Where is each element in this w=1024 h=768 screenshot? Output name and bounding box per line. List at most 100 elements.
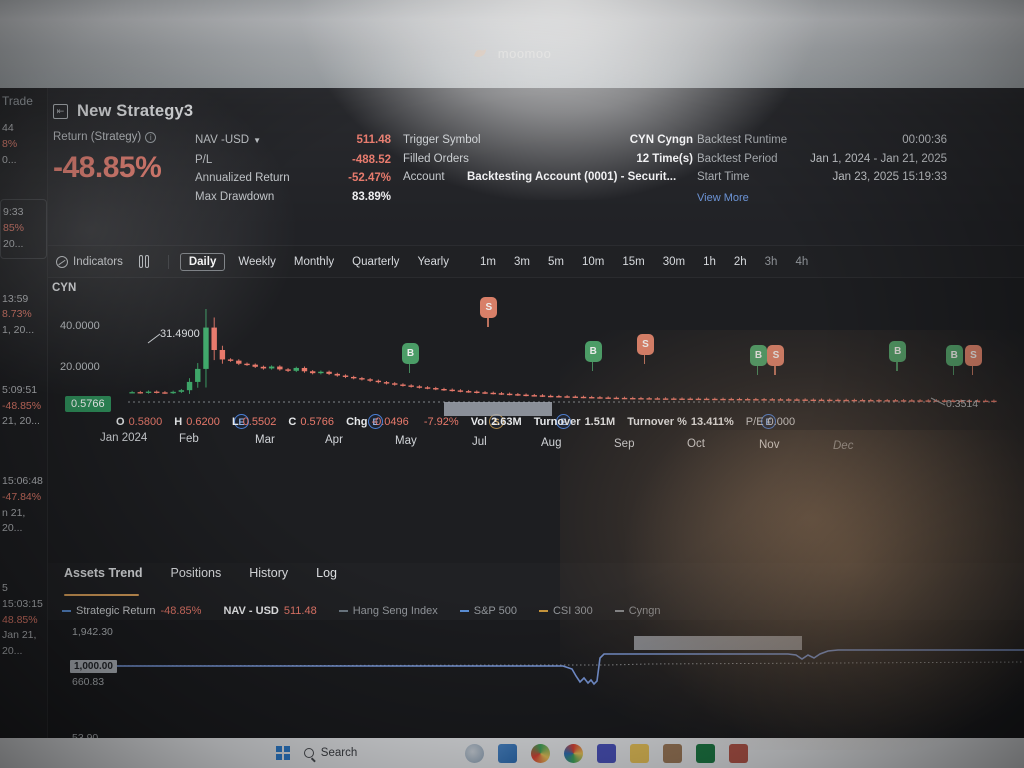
backtest-metrics: Backtest Runtime 00:00:36 Backtest Perio… (697, 131, 947, 207)
app-icon[interactable] (663, 743, 683, 763)
app2-icon[interactable] (729, 743, 749, 763)
legend-item-sp500[interactable]: S&P 500 (459, 605, 517, 617)
buy-marker[interactable]: B (402, 342, 420, 373)
compare-bars-icon[interactable] (133, 255, 161, 268)
buy-marker[interactable]: B (750, 344, 768, 375)
period-10m[interactable]: 10m (573, 256, 613, 268)
x-axis-tick: Jan 2024 (100, 432, 148, 444)
strategy-panel-icon[interactable]: ⇤ (53, 104, 68, 119)
windows-start-icon[interactable] (275, 746, 290, 760)
windows-taskbar: Search (0, 738, 1024, 768)
folder-icon[interactable] (630, 743, 650, 763)
metric-row[interactable]: NAV -USD ▼ 511.48 (195, 131, 395, 151)
peak-annotation: 31.4900 (160, 328, 200, 340)
file-explorer-icon[interactable] (498, 743, 518, 763)
sidebar-item-time: 5:09:51 (2, 383, 38, 396)
sidebar-item-pct: 85% (3, 222, 25, 234)
buy-marker[interactable]: B (945, 344, 963, 375)
legend-value: -48.85% (160, 605, 202, 617)
period-5m[interactable]: 5m (539, 256, 573, 268)
quote-label: P/E (745, 416, 764, 428)
sidebar-item-0[interactable]: 44 8% 0... (0, 116, 47, 173)
kpi-row: Return (Strategy) i -48.85% NAV -USD ▼ 51… (48, 121, 1024, 207)
legend-label: Strategic Return (76, 605, 156, 617)
photos-icon[interactable] (531, 743, 551, 763)
legend-item-cyngn[interactable]: Cyngn (614, 605, 661, 617)
chart-symbol: CYN (52, 282, 77, 294)
sidebar-item-date: 20... (3, 237, 24, 250)
chrome-icon[interactable] (564, 743, 584, 763)
buy-marker[interactable]: B (889, 340, 907, 371)
metric-name: Backtest Runtime (697, 134, 788, 146)
sidebar-item-date: n 21, 20... (2, 506, 26, 535)
weather-widget-icon[interactable] (465, 743, 485, 763)
period-daily[interactable]: Daily (179, 252, 226, 271)
period-4h[interactable]: 4h (786, 256, 817, 268)
sell-marker[interactable]: S (964, 344, 982, 375)
sidebar[interactable]: Trade 44 8% 0... 9:33 85% 20... 13:59 8.… (0, 88, 48, 738)
period-yearly[interactable]: Yearly (408, 256, 458, 268)
sidebar-item-4[interactable]: 15:06:48 -47.84% n 21, 20... (0, 469, 47, 542)
indicators-button[interactable]: Indicators (52, 255, 133, 268)
legend-item-csi300[interactable]: CSI 300 (538, 605, 593, 617)
sidebar-item-time: 15:06:48 (2, 475, 43, 487)
taskbar-search[interactable]: Search (303, 747, 357, 759)
period-1h[interactable]: 1h (694, 256, 725, 268)
legend-label: S&P 500 (473, 605, 517, 617)
selection-highlight (634, 636, 802, 650)
nav-value-badge: 1,000.00 (70, 660, 117, 673)
sidebar-item-5[interactable]: 5 15:03:15 48.85% Jan 21, 20... (0, 576, 47, 665)
sidebar-item-pct: -47.84% (2, 490, 42, 503)
period-3m[interactable]: 3m (505, 256, 539, 268)
teams-icon[interactable] (597, 743, 617, 763)
screen-photo: moomoo Trade 44 8% 0... 9:33 85% 20... 1… (0, 0, 1024, 768)
quote-label: C (288, 416, 297, 428)
period-15m[interactable]: 15m (613, 256, 653, 268)
period-3h[interactable]: 3h (756, 256, 787, 268)
metric-row: Annualized Return -52.47% (195, 169, 395, 188)
x-axis-tick: Oct (687, 438, 705, 450)
x-axis-tick: May (395, 435, 417, 447)
current-price-badge: 0.5766 (65, 396, 111, 412)
legend-item-hang-seng[interactable]: Hang Seng Index (338, 605, 438, 617)
period-quarterly[interactable]: Quarterly (343, 256, 408, 268)
sidebar-item-2[interactable]: 13:59 8.73% 1, 20... (0, 287, 47, 344)
sell-marker[interactable]: S (767, 344, 785, 375)
buy-marker[interactable]: B (584, 340, 602, 371)
metric-name: P/L (195, 153, 213, 166)
tab-assets-trend[interactable]: Assets Trend (60, 566, 157, 596)
legend-item-strategic-return[interactable]: Strategic Return -48.85% (62, 605, 201, 617)
tab-positions[interactable]: Positions (157, 566, 236, 592)
period-weekly[interactable]: Weekly (229, 256, 285, 268)
legend-value: 511.48 (283, 605, 317, 617)
tab-history[interactable]: History (235, 566, 302, 592)
page-title: New Strategy3 (77, 102, 194, 120)
period-2h[interactable]: 2h (725, 256, 756, 268)
strategy-title-row: ⇤ New Strategy3 (48, 88, 1024, 121)
sidebar-item-time: 9:33 (3, 206, 24, 219)
tab-log[interactable]: Log (302, 566, 351, 592)
period-monthly[interactable]: Monthly (285, 256, 343, 268)
period-30m[interactable]: 30m (654, 256, 694, 268)
sidebar-item-3[interactable]: 5:09:51 -48.85% 21, 20... (0, 378, 47, 435)
return-value: -48.85% (53, 151, 162, 184)
metric-value: Backtesting Account (0001) - Securit... (467, 171, 677, 183)
sidebar-item-date: Jan 21, 20... (2, 629, 37, 657)
return-label-row: Return (Strategy) i (53, 131, 195, 143)
selection-highlight (444, 402, 552, 416)
quote-value: 0.6200 (186, 416, 220, 428)
info-icon[interactable]: i (145, 131, 157, 143)
sidebar-item-pct: 48.85% (2, 613, 38, 626)
sell-marker[interactable]: S (636, 333, 654, 364)
sell-marker[interactable]: S (480, 297, 498, 328)
sidebar-item-1[interactable]: 9:33 85% 20... (0, 199, 47, 259)
quote-label: O (116, 416, 125, 428)
period-1m[interactable]: 1m (458, 256, 505, 268)
excel-icon[interactable] (696, 743, 716, 763)
sidebar-section-trade[interactable]: Trade (0, 88, 47, 108)
metric-name: Trigger Symbol (403, 134, 481, 146)
view-more-link[interactable]: View More (697, 189, 947, 208)
legend-item-nav[interactable]: NAV - USD 511.48 (223, 605, 316, 617)
chevron-down-icon[interactable]: ▼ (253, 136, 261, 145)
toolbar-divider (167, 254, 169, 269)
